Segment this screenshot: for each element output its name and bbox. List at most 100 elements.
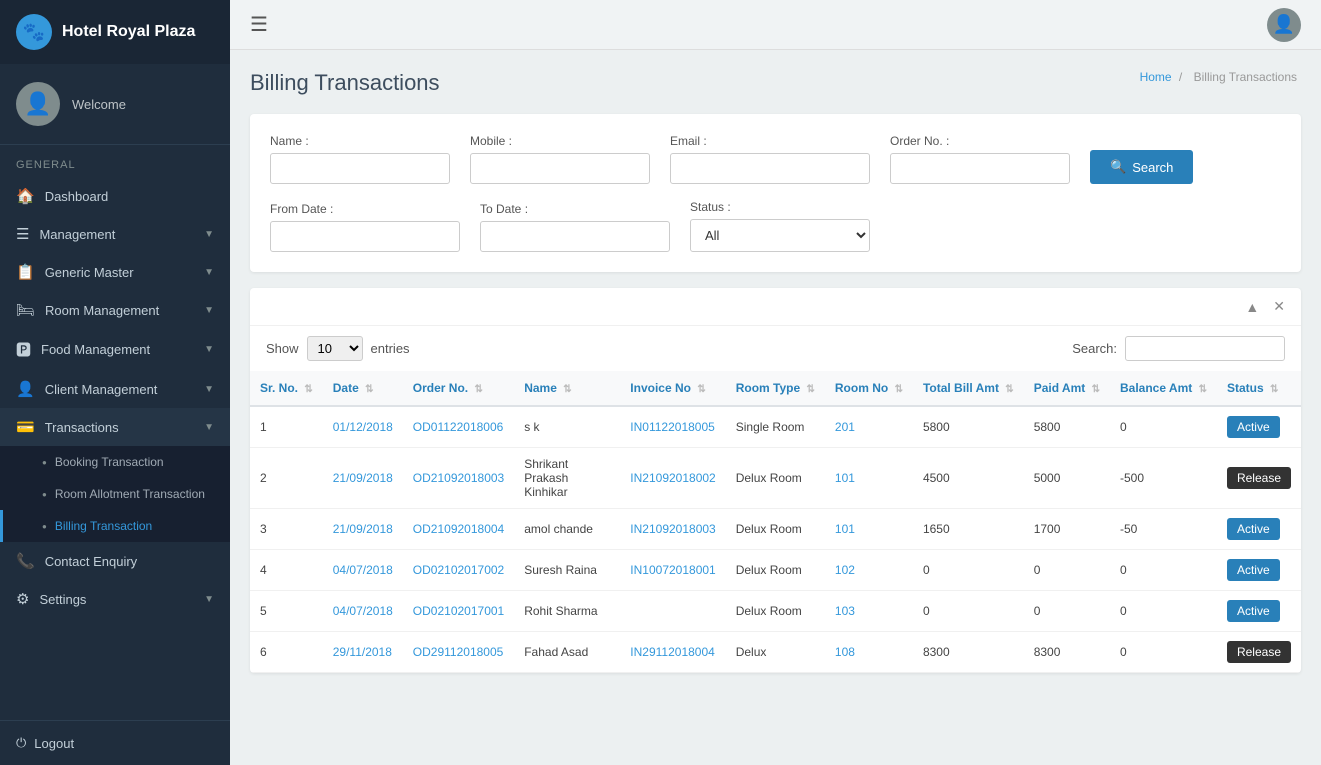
chevron-down-icon-3: ▼ xyxy=(204,305,214,316)
sidebar-item-food-management[interactable]: 🅿 Food Management ▼ xyxy=(0,329,230,370)
sidebar: 🐾 Hotel Royal Plaza 👤 Welcome GENERAL 🏠 … xyxy=(0,0,230,765)
order-no-input[interactable] xyxy=(890,153,1070,184)
cell-sr: 4 xyxy=(250,550,323,591)
table-row: 6 29/11/2018 OD29112018005 Fahad Asad IN… xyxy=(250,632,1301,673)
show-label: Show xyxy=(266,341,299,356)
food-management-icon: 🅿 xyxy=(16,339,31,360)
close-button[interactable]: ✕ xyxy=(1269,296,1289,317)
breadcrumb-separator: / xyxy=(1179,70,1182,84)
chevron-down-icon-6: ▼ xyxy=(204,422,214,433)
sidebar-item-settings[interactable]: ⚙ Settings ▼ xyxy=(0,580,230,618)
email-label: Email : xyxy=(670,134,870,148)
management-icon: ☰ xyxy=(16,225,29,243)
billing-table: Sr. No. ⇅ Date ⇅ Order No. ⇅ Name ⇅ Invo… xyxy=(250,371,1301,673)
breadcrumb-home[interactable]: Home xyxy=(1140,70,1172,84)
table-row: 2 21/09/2018 OD21092018003 Shrikant Prak… xyxy=(250,448,1301,509)
cell-status: Active xyxy=(1217,550,1301,591)
cell-invoice xyxy=(620,591,725,632)
sidebar-item-booking-transaction[interactable]: ● Booking Transaction xyxy=(0,446,230,478)
sidebar-item-room-management[interactable]: 🛏 Room Management ▼ xyxy=(0,291,230,329)
cell-room-type: Delux Room xyxy=(726,591,825,632)
sidebar-item-transactions[interactable]: 💳 Transactions ▼ xyxy=(0,408,230,446)
cell-date: 01/12/2018 xyxy=(323,406,403,448)
col-invoice: Invoice No ⇅ xyxy=(620,371,725,406)
sidebar-label-transactions: Transactions xyxy=(45,420,119,435)
status-badge[interactable]: Active xyxy=(1227,518,1280,540)
cell-date: 21/09/2018 xyxy=(323,509,403,550)
table-search-input[interactable] xyxy=(1125,336,1285,361)
email-filter-field: Email : xyxy=(670,134,870,184)
name-input[interactable] xyxy=(270,153,450,184)
cell-total-bill: 5800 xyxy=(913,406,1024,448)
sidebar-label-management: Management xyxy=(39,227,115,242)
transactions-icon: 💳 xyxy=(16,418,35,436)
cell-room-type: Delux Room xyxy=(726,550,825,591)
col-room-no: Room No ⇅ xyxy=(825,371,913,406)
sidebar-item-contact-enquiry[interactable]: 📞 Contact Enquiry xyxy=(0,542,230,580)
status-badge[interactable]: Release xyxy=(1227,641,1291,663)
sidebar-item-dashboard[interactable]: 🏠 Dashboard xyxy=(0,177,230,215)
status-badge[interactable]: Active xyxy=(1227,559,1280,581)
sidebar-item-generic-master[interactable]: 📋 Generic Master ▼ xyxy=(0,253,230,291)
cell-sr: 5 xyxy=(250,591,323,632)
from-date-input[interactable] xyxy=(270,221,460,252)
topbar-right: 👤 xyxy=(1267,8,1301,42)
cell-total-bill: 4500 xyxy=(913,448,1024,509)
cell-status: Active xyxy=(1217,406,1301,448)
search-button[interactable]: 🔍 Search xyxy=(1090,150,1193,184)
filter-grid: Name : Mobile : Email : Order No. : 🔍 xyxy=(270,134,1281,184)
cell-total-bill: 0 xyxy=(913,550,1024,591)
status-select[interactable]: All Active Release xyxy=(690,219,870,252)
to-date-input[interactable] xyxy=(480,221,670,252)
mobile-label: Mobile : xyxy=(470,134,650,148)
sidebar-label-settings: Settings xyxy=(39,592,86,607)
sidebar-label-client-management: Client Management xyxy=(45,382,158,397)
logo-icon: 🐾 xyxy=(16,14,52,50)
sidebar-item-billing-transaction[interactable]: ● Billing Transaction xyxy=(0,510,230,542)
cell-order-no: OD21092018003 xyxy=(403,448,514,509)
table-search: Search: xyxy=(1072,336,1285,361)
sidebar-item-client-management[interactable]: 👤 Client Management ▼ xyxy=(0,370,230,408)
sidebar-item-room-allotment-transaction[interactable]: ● Room Allotment Transaction xyxy=(0,478,230,510)
cell-date: 21/09/2018 xyxy=(323,448,403,509)
entries-label: entries xyxy=(371,341,410,356)
col-date: Date ⇅ xyxy=(323,371,403,406)
generic-master-icon: 📋 xyxy=(16,263,35,281)
room-management-icon: 🛏 xyxy=(16,301,35,319)
cell-order-no: OD29112018005 xyxy=(403,632,514,673)
power-icon: ⏻ xyxy=(16,735,26,751)
collapse-button[interactable]: ▲ xyxy=(1241,296,1263,317)
logout-button[interactable]: ⏻ Logout xyxy=(0,720,230,765)
hamburger-button[interactable]: ☰ xyxy=(250,12,268,37)
cell-order-no: OD02102017001 xyxy=(403,591,514,632)
sidebar-item-management[interactable]: ☰ Management ▼ xyxy=(0,215,230,253)
topbar-avatar[interactable]: 👤 xyxy=(1267,8,1301,42)
order-no-label: Order No. : xyxy=(890,134,1070,148)
cell-room-type: Delux xyxy=(726,632,825,673)
cell-paid-amt: 8300 xyxy=(1024,632,1110,673)
cell-paid-amt: 1700 xyxy=(1024,509,1110,550)
status-badge[interactable]: Release xyxy=(1227,467,1291,489)
cell-room-type: Single Room xyxy=(726,406,825,448)
cell-order-no: OD01122018006 xyxy=(403,406,514,448)
cell-paid-amt: 0 xyxy=(1024,550,1110,591)
sidebar-label-food-management: Food Management xyxy=(41,342,150,357)
name-filter-field: Name : xyxy=(270,134,450,184)
col-paid-amt: Paid Amt ⇅ xyxy=(1024,371,1110,406)
cell-name: s k xyxy=(514,406,620,448)
col-status: Status ⇅ xyxy=(1217,371,1301,406)
email-input[interactable] xyxy=(670,153,870,184)
mobile-input[interactable] xyxy=(470,153,650,184)
order-no-filter-field: Order No. : xyxy=(890,134,1070,184)
status-badge[interactable]: Active xyxy=(1227,600,1280,622)
dashboard-icon: 🏠 xyxy=(16,187,35,205)
cell-invoice: IN01122018005 xyxy=(620,406,725,448)
from-date-label: From Date : xyxy=(270,202,460,216)
to-date-field: To Date : xyxy=(480,202,670,252)
cell-room-no: 201 xyxy=(825,406,913,448)
cell-balance: 0 xyxy=(1110,632,1217,673)
entries-select[interactable]: 10 25 50 100 xyxy=(307,336,363,361)
cell-balance: 0 xyxy=(1110,591,1217,632)
status-badge[interactable]: Active xyxy=(1227,416,1280,438)
table-toolbar: Show 10 25 50 100 entries Search: xyxy=(250,326,1301,371)
